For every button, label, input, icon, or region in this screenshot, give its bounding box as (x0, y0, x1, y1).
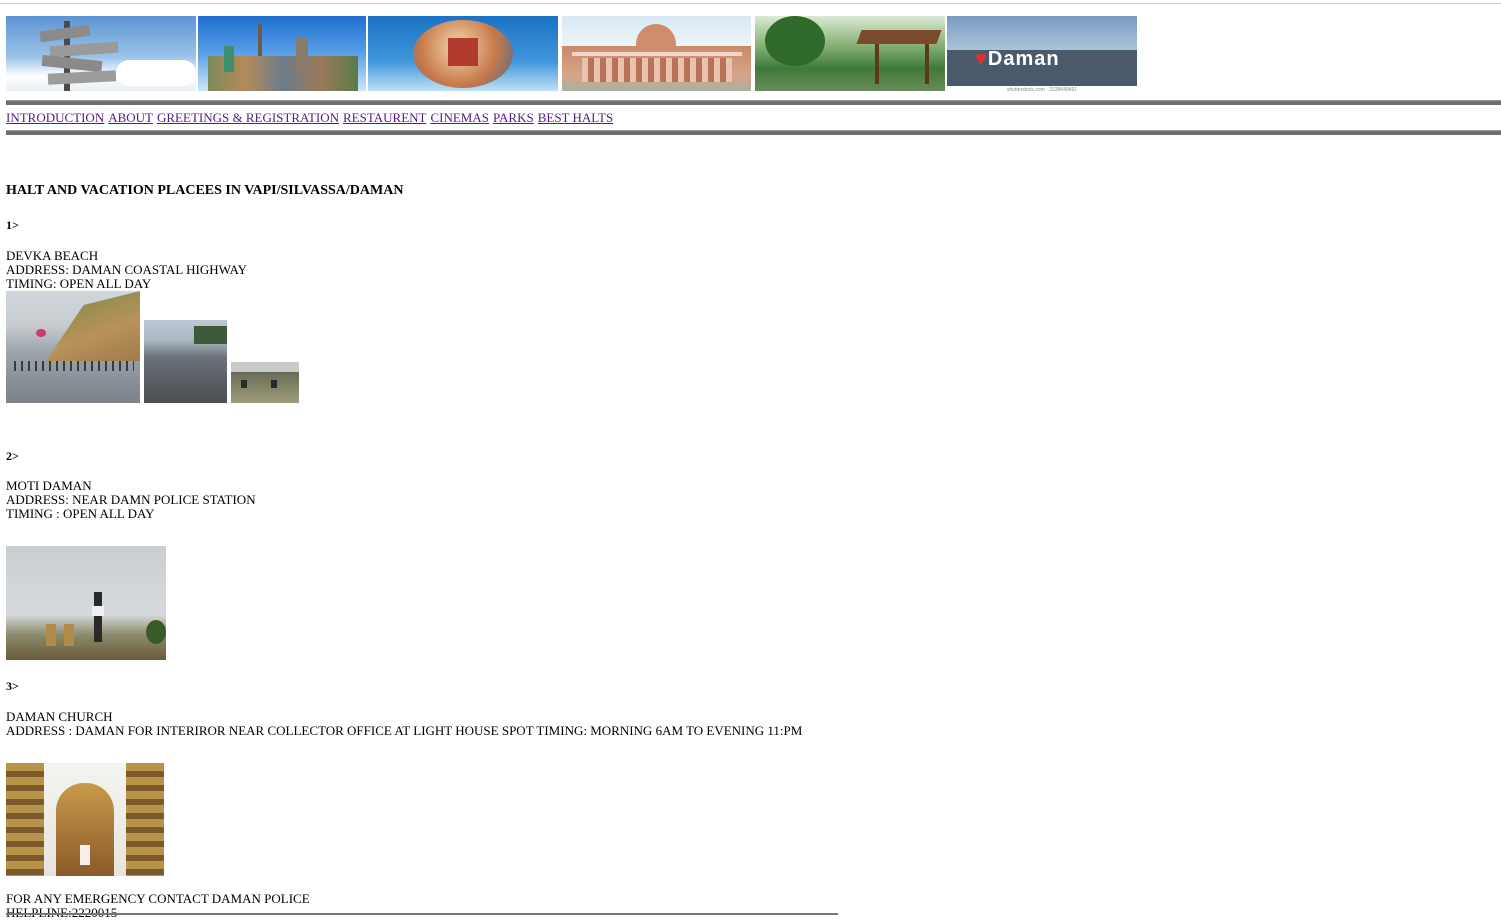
nav-bottom-rule (6, 130, 1501, 135)
image-watermark: shutterstock.com · 2228649661 (947, 86, 1137, 94)
place-number: 1> (6, 218, 19, 232)
daman-logo-lettering: ♥Daman (975, 48, 1060, 70)
help-support-signpost-image (6, 16, 196, 91)
place-timing: TIMING: OPEN ALL DAY (6, 276, 152, 291)
nav-link-greetings-registration[interactable]: GREETINGS & REGISTRATION (157, 110, 339, 125)
devka-beach-shore-image (144, 320, 227, 403)
moti-daman-lighthouse-image (6, 546, 166, 660)
nav-link-about[interactable]: ABOUT (108, 110, 153, 125)
devka-beach-parasail-image (6, 291, 140, 403)
nav-link-restaurent[interactable]: RESTAURENT (343, 110, 426, 125)
page-title: HALT AND VACATION PLACEES IN VAPI/SILVAS… (6, 183, 404, 198)
nav-link-introduction[interactable]: INTRODUCTION (6, 110, 104, 125)
daman-church-interior-image (6, 763, 164, 876)
world-landmarks-image (198, 16, 366, 91)
i-love-daman-image: ♥Daman shutterstock.com · 2228649661 (947, 16, 1137, 94)
footer-rule (6, 913, 838, 915)
top-border (0, 3, 1501, 4)
place-number: 3> (6, 679, 19, 693)
place-timing: TIMING : OPEN ALL DAY (6, 506, 155, 521)
place-number: 2> (6, 449, 19, 463)
nav-link-parks[interactable]: PARKS (493, 110, 534, 125)
nav-top-rule (6, 100, 1501, 105)
main-nav: INTRODUCTION ABOUT GREETINGS & REGISTRATIO… (6, 110, 617, 126)
place-address: ADDRESS : DAMAN FOR INTERIROR NEAR COLLE… (6, 723, 803, 738)
park-gazebo-image (755, 16, 945, 91)
devka-beach-fort-image (231, 362, 299, 403)
palace-building-image (562, 16, 751, 91)
nav-link-best-halts[interactable]: BEST HALTS (538, 110, 614, 125)
nav-link-cinemas[interactable]: CINEMAS (430, 110, 489, 125)
travel-globe-image (368, 16, 558, 91)
